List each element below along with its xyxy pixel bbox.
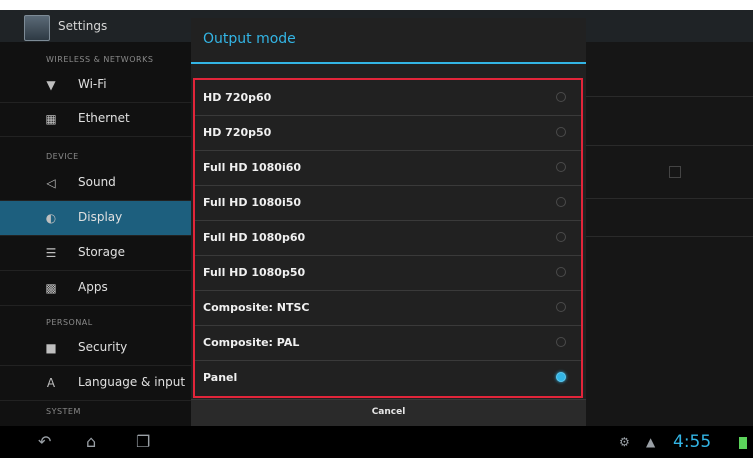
battery-icon <box>739 437 747 449</box>
sidebar-item-label: Sound <box>78 175 116 189</box>
sidebar-item-sound[interactable]: ◁ Sound <box>0 166 195 201</box>
sidebar-item-label: Ethernet <box>78 111 130 125</box>
cancel-button[interactable]: Cancel <box>191 399 586 427</box>
ethernet-icon: ▦ <box>45 112 57 126</box>
sound-icon: ◁ <box>46 176 56 190</box>
options-highlight-box <box>193 78 583 398</box>
section-header-personal: PERSONAL <box>46 318 93 327</box>
dialog-title-divider <box>191 62 586 64</box>
language-icon: A <box>46 376 56 390</box>
sidebar-item-label: Security <box>78 340 128 354</box>
sidebar-item-label: Apps <box>78 280 108 294</box>
sidebar-item-language[interactable]: A Language & input <box>0 366 195 401</box>
sidebar-item-apps[interactable]: ▩ Apps <box>0 271 195 306</box>
sidebar-item-wifi[interactable]: ▼ Wi-Fi <box>0 68 195 103</box>
cancel-label: Cancel <box>371 407 406 417</box>
divider <box>585 96 753 97</box>
sidebar-item-display[interactable]: ◐ Display <box>0 201 195 236</box>
section-header-system: SYSTEM <box>46 407 81 416</box>
sidebar-item-label: Language & input <box>78 375 186 389</box>
home-icon[interactable]: ⌂ <box>86 434 96 450</box>
setting-checkbox[interactable] <box>669 166 681 178</box>
sidebar-item-label: Wi-Fi <box>78 77 107 91</box>
system-bar <box>0 426 753 458</box>
display-icon: ◐ <box>45 211 57 225</box>
lock-icon: ■ <box>45 341 57 355</box>
divider <box>585 145 753 146</box>
storage-icon: ☰ <box>45 246 57 260</box>
sidebar-item-label: Display <box>78 210 123 224</box>
section-header-wireless: WIRELESS & NETWORKS <box>46 55 154 64</box>
sidebar-item-storage[interactable]: ☰ Storage <box>0 236 195 271</box>
divider <box>585 198 753 199</box>
sidebar-item-ethernet[interactable]: ▦ Ethernet <box>0 102 195 137</box>
usb-icon: ⚙ <box>619 435 630 449</box>
divider <box>585 236 753 237</box>
sidebar-item-security[interactable]: ■ Security <box>0 331 195 366</box>
dialog-title: Output mode <box>203 31 296 47</box>
app-title: Settings <box>58 19 108 33</box>
warning-icon: ▲ <box>646 435 656 449</box>
section-header-device: DEVICE <box>46 152 79 161</box>
wifi-icon: ▼ <box>46 78 56 92</box>
sidebar-item-label: Storage <box>78 245 125 259</box>
back-icon[interactable]: ↶ <box>38 434 51 450</box>
apps-icon: ▩ <box>45 281 57 295</box>
settings-app-icon <box>24 15 50 41</box>
clock: 4:55 <box>673 432 712 452</box>
recent-apps-icon[interactable]: ❐ <box>136 434 150 450</box>
